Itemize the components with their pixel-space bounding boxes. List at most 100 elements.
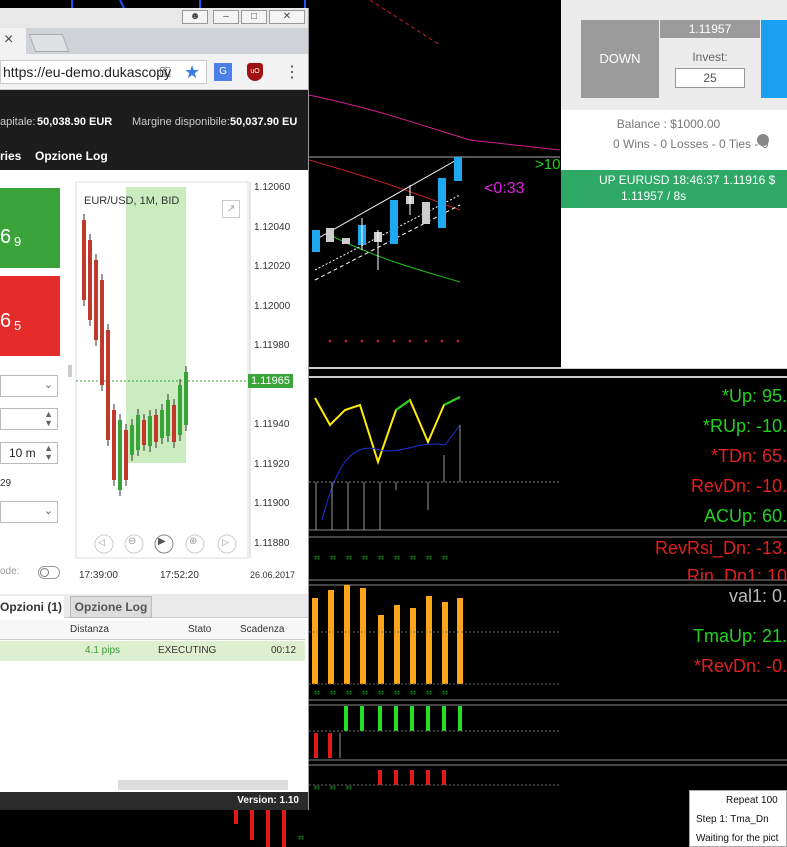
url-field[interactable]: https://eu-demo.dukascopy (0, 60, 207, 84)
svg-text:ﾎﾎ: ﾎﾎ (362, 555, 368, 562)
table-row[interactable]: 4.1 pips EXECUTING 00:12 (0, 641, 305, 661)
browser-window: ☻ – □ ✕ × https://eu-demo.dukascopy ⚿ ★ … (0, 8, 309, 810)
version-label: Version: 1.10 (237, 795, 299, 806)
indicator-label: Rin_Dn1: (686, 566, 767, 580)
candle-body (82, 220, 86, 300)
translate-icon[interactable]: G (214, 63, 232, 81)
col-scadenza[interactable]: Scadenza (240, 620, 284, 640)
indicator-label: RevDn: (690, 476, 756, 496)
candle-body (142, 420, 146, 445)
close-window-button[interactable]: ✕ (269, 10, 305, 24)
sell-price-small: 5 (14, 318, 22, 333)
svg-text:ﾎﾎ: ﾎﾎ (442, 555, 448, 562)
title-bar[interactable]: ☻ – □ ✕ (0, 8, 308, 28)
x-tick-1: 17:39:00 (79, 570, 118, 581)
minimize-button[interactable]: – (213, 10, 239, 24)
instrument-select[interactable]: ⌄ (0, 375, 58, 397)
capitale-value: 50,038.90 EUR (37, 116, 113, 128)
indicator-readout: RevDn: -10. (587, 476, 787, 500)
popout-icon[interactable]: ↗ (222, 200, 240, 218)
browser-tab[interactable]: × (0, 28, 26, 54)
bottom-tabs: Opzioni (1) Opzione Log (0, 594, 308, 618)
y-tick-label: 1.12000 (254, 300, 291, 312)
buy-price-big: 6 (0, 226, 12, 248)
candle-body (100, 280, 104, 385)
tab-opzioni[interactable]: Opzioni (1) (0, 596, 64, 618)
chevron-down-icon: ⌄ (43, 379, 53, 391)
svg-text:ﾎﾎ: ﾎﾎ (330, 785, 336, 792)
row-scadenza: 00:12 (271, 645, 297, 656)
chevron-down-icon: ⌄ (43, 505, 53, 517)
signal-panel: DOWN 1.11957 Invest: 25 Balance : $1000.… (561, 0, 787, 368)
maximize-button[interactable]: □ (241, 10, 267, 24)
repeat-box: Repeat 100 Step 1: Tma_Dn Waiting for th… (689, 790, 787, 847)
candle-body (112, 410, 116, 480)
signal-banner: UP EURUSD 18:46:37 1.11916 $ 1.11957 / 8… (561, 170, 787, 208)
ublock-icon[interactable]: uO (247, 63, 263, 81)
svg-text:ﾎﾎ: ﾎﾎ (330, 690, 336, 697)
up-button[interactable] (761, 20, 787, 98)
y-tick-label: 1.12020 (254, 261, 291, 272)
horizontal-scrollbar[interactable] (118, 780, 288, 790)
svg-text:ﾎﾎ: ﾎﾎ (410, 555, 416, 562)
option-select[interactable]: ⌄ (0, 501, 58, 523)
nav-item-opzione-log[interactable]: Opzione Log (35, 149, 108, 163)
indicator-label: *RUp: (702, 416, 756, 436)
svg-text:ﾎﾎ: ﾎﾎ (346, 690, 352, 697)
margine-label: Margine disponibile: (132, 116, 230, 128)
zoom-in-icon[interactable]: ⊕ (189, 536, 197, 547)
tab-close-icon[interactable]: × (4, 31, 13, 49)
table-header: Distanza Stato Scadenza (0, 620, 305, 640)
svg-text:ﾎﾎ: ﾎﾎ (410, 690, 416, 697)
candle-body (172, 405, 176, 442)
svg-text:ﾎﾎ: ﾎﾎ (378, 690, 384, 697)
duration-stepper[interactable]: 10 m ▲ ▼ (0, 442, 58, 464)
zoom-out-icon[interactable]: ⊖ (128, 536, 136, 547)
col-stato[interactable]: Stato (188, 620, 211, 640)
buy-price-small: 9 (14, 234, 22, 249)
collapse-handle[interactable] (68, 365, 72, 377)
trading-page: 6 9 6 5 ⌄ ▲ ▼ 10 m ▲ ▼ 29 ⌄ ode: EUR/USD… (0, 170, 308, 810)
amount-stepper[interactable]: ▲ ▼ (0, 408, 58, 430)
indicator-label: *TDn: (710, 446, 762, 466)
scroll-right-icon[interactable]: ▷ (222, 537, 229, 548)
svg-text:ﾎﾎ: ﾎﾎ (346, 555, 352, 562)
svg-text:ﾎﾎ: ﾎﾎ (298, 835, 304, 842)
svg-text:ﾎﾎ: ﾎﾎ (314, 555, 320, 562)
indicator-value: 60. (761, 506, 787, 526)
col-distanza[interactable]: Distanza (70, 620, 109, 640)
nav-item-history[interactable]: ries (0, 149, 21, 163)
buy-price-tile[interactable]: 6 9 (0, 188, 60, 268)
sell-price-tile[interactable]: 6 5 (0, 276, 60, 356)
repeat-step: Step 1: Tma_Dn (696, 814, 769, 825)
scroll-left-icon[interactable]: ◁ (98, 537, 105, 548)
indicator-readout: *RevDn: -0. (587, 656, 787, 680)
address-bar: https://eu-demo.dukascopy ⚿ ★ G uO ⋮ (0, 54, 308, 90)
mode-toggle[interactable] (38, 566, 60, 579)
indicator-readout: TmaUp: 21. (587, 626, 787, 650)
candle-body (178, 385, 182, 435)
tab-opzione-log[interactable]: Opzione Log (70, 596, 152, 618)
user-icon[interactable]: ☻ (182, 10, 208, 24)
svg-text:ﾎﾎ: ﾎﾎ (330, 555, 336, 562)
indicator-value: -10. (755, 476, 787, 496)
site-header: apitale: 50,038.90 EUR Margine disponibi… (0, 90, 308, 170)
down-button[interactable]: DOWN (581, 20, 659, 98)
new-tab-button[interactable] (28, 34, 70, 52)
candle-body (106, 330, 110, 440)
capitale-label: apitale: (0, 116, 36, 128)
y-tick-label: 1.12040 (254, 221, 291, 233)
reset-view-icon[interactable]: ▶ (158, 536, 166, 547)
indicator-label: *RevDn: (693, 656, 766, 676)
current-price-tag: 1.11965 (248, 374, 293, 388)
stepper-icon[interactable]: ▲ ▼ (44, 410, 53, 428)
candle-body (130, 425, 134, 455)
arrow-label: >10 (535, 156, 561, 173)
candle-body (124, 430, 128, 480)
indicator-value: -13. (755, 538, 787, 558)
key-icon[interactable]: ⚿ (160, 64, 171, 81)
stepper-icon[interactable]: ▲ ▼ (44, 444, 53, 462)
invest-input[interactable]: 25 (675, 68, 745, 88)
bookmark-star-icon[interactable]: ★ (184, 62, 200, 83)
menu-dots-icon[interactable]: ⋮ (284, 62, 300, 82)
